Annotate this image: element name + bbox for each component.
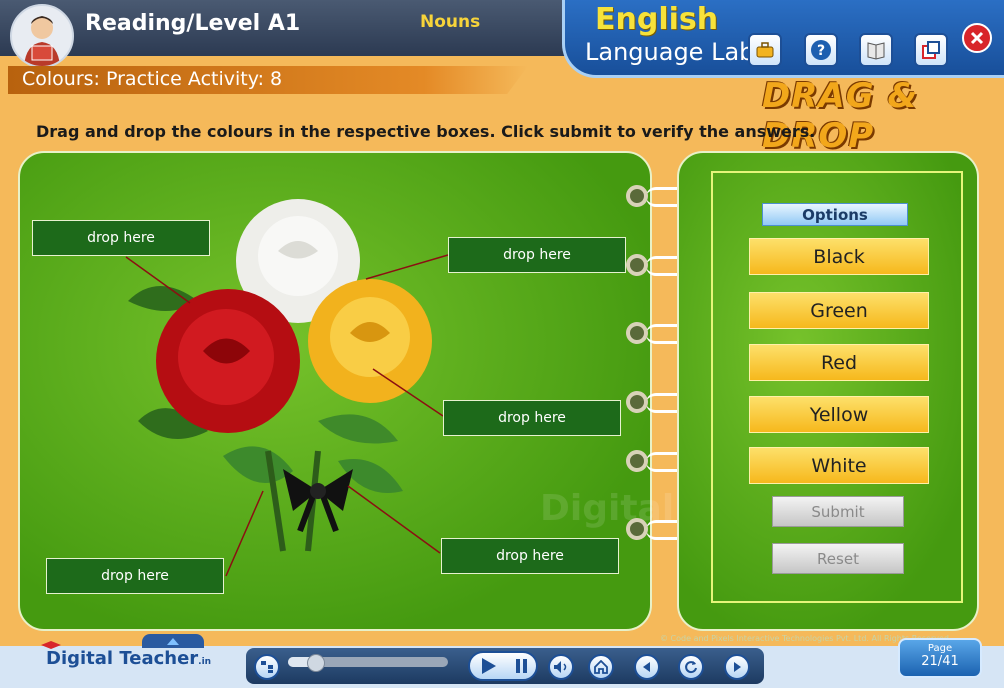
binding-ring bbox=[626, 518, 648, 540]
menu-tree-button[interactable] bbox=[254, 654, 280, 680]
chevron-up-icon bbox=[167, 638, 179, 645]
reset-button[interactable]: Reset bbox=[772, 543, 904, 574]
drop-zone-black[interactable]: drop here bbox=[441, 538, 619, 574]
previous-button[interactable] bbox=[634, 654, 660, 680]
tree-icon bbox=[261, 661, 273, 673]
binding-ring bbox=[626, 322, 648, 344]
glossary-button[interactable] bbox=[859, 33, 893, 67]
scroll-up-tab[interactable] bbox=[142, 634, 204, 648]
replay-icon bbox=[685, 661, 697, 674]
binding-ring bbox=[626, 185, 648, 207]
options-frame bbox=[711, 171, 963, 603]
binding-ring bbox=[626, 391, 648, 413]
page-label: Page bbox=[927, 643, 953, 654]
submit-button[interactable]: Submit bbox=[772, 496, 904, 527]
page-number: 21/41 bbox=[921, 654, 959, 669]
activity-title: Colours: Practice Activity: 8 bbox=[22, 68, 283, 90]
help-icon: ? bbox=[811, 40, 831, 60]
digital-teacher-logo: Digital Teacher.in bbox=[41, 641, 212, 669]
window-button[interactable] bbox=[914, 33, 948, 67]
volume-button[interactable] bbox=[548, 654, 574, 680]
next-button[interactable] bbox=[724, 654, 750, 680]
drop-zone-red[interactable]: drop here bbox=[32, 220, 210, 256]
lab-title-language-lab: Language Lab bbox=[585, 38, 755, 66]
play-icon[interactable] bbox=[470, 653, 536, 679]
option-red[interactable]: Red bbox=[749, 344, 929, 381]
topic-label: Nouns bbox=[420, 12, 481, 32]
app-title: Reading/Level A1 bbox=[85, 11, 301, 36]
close-icon bbox=[970, 31, 984, 45]
option-green[interactable]: Green bbox=[749, 292, 929, 329]
previous-icon bbox=[643, 662, 650, 672]
options-heading: Options bbox=[762, 203, 908, 226]
binding-ring bbox=[626, 450, 648, 472]
drop-zone-white[interactable]: drop here bbox=[448, 237, 626, 273]
lab-title-english: English bbox=[595, 2, 719, 37]
option-white[interactable]: White bbox=[749, 447, 929, 484]
help-button[interactable]: ? bbox=[804, 33, 838, 67]
drag-drop-banner: DRAG & DROP bbox=[762, 76, 919, 156]
svg-text:?: ? bbox=[817, 43, 825, 59]
logo-text: Digital Teacher bbox=[46, 648, 199, 669]
graduation-cap-icon bbox=[41, 641, 61, 649]
toolbox-button[interactable] bbox=[748, 33, 782, 67]
next-icon bbox=[734, 662, 741, 672]
drop-zone-yellow[interactable]: drop here bbox=[443, 400, 621, 436]
drop-zone-green[interactable]: drop here bbox=[46, 558, 224, 594]
student-reading-icon bbox=[24, 16, 60, 66]
instructions: Drag and drop the colours in the respect… bbox=[36, 122, 816, 141]
activity-title-bar: Colours: Practice Activity: 8 bbox=[8, 66, 528, 94]
home-button[interactable] bbox=[588, 654, 614, 680]
speaker-icon bbox=[554, 661, 567, 673]
play-pause-group bbox=[468, 651, 538, 681]
home-icon bbox=[594, 660, 608, 674]
window-icon bbox=[922, 41, 940, 59]
close-button[interactable] bbox=[962, 23, 992, 53]
option-yellow[interactable]: Yellow bbox=[749, 396, 929, 433]
replay-button[interactable] bbox=[678, 654, 704, 680]
logo-suffix: .in bbox=[198, 657, 212, 667]
option-black[interactable]: Black bbox=[749, 238, 929, 275]
glossary-icon bbox=[867, 42, 885, 60]
binding-ring bbox=[626, 254, 648, 276]
page-indicator: Page 21/41 bbox=[898, 638, 982, 678]
avatar bbox=[10, 4, 74, 68]
toolbox-icon bbox=[756, 42, 774, 58]
